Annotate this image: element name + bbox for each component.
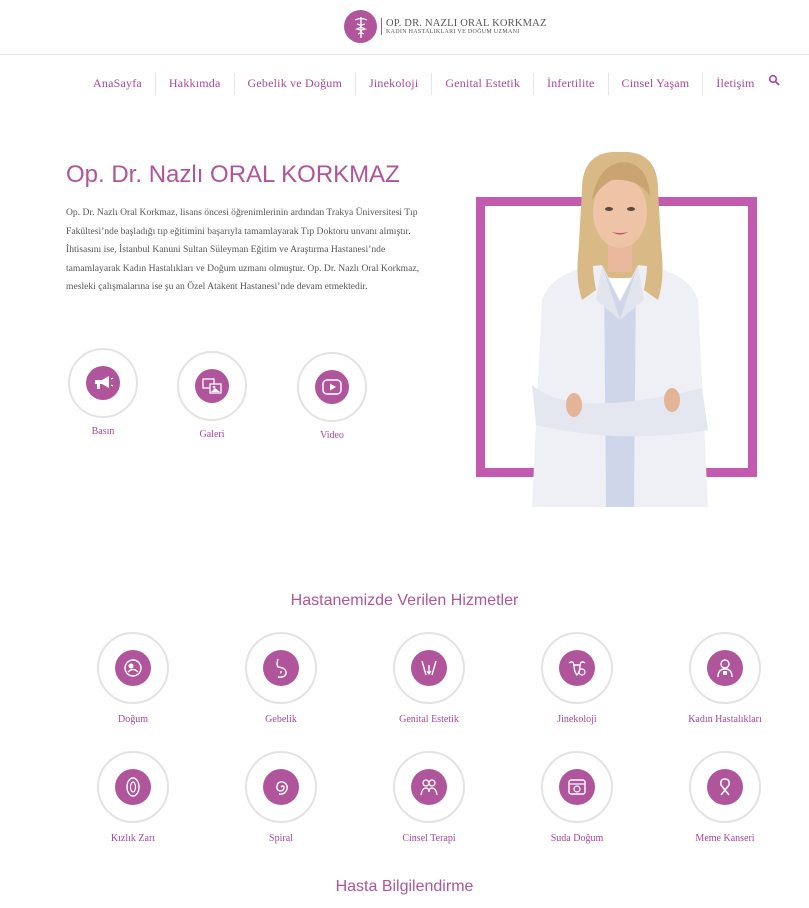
site-header: OP. DR. NAZLI ORAL KORKMAZ KADIN HASTALI… <box>0 0 809 55</box>
service-circle <box>689 632 761 704</box>
quick-link-label: Basın <box>91 426 115 437</box>
site-logo[interactable]: OP. DR. NAZLI ORAL KORKMAZ KADIN HASTALI… <box>344 10 547 43</box>
service-label: Jinekoloji <box>557 714 597 725</box>
service-dogum[interactable]: Doğum <box>78 632 188 725</box>
logo-subtitle: KADIN HASTALIKLARI VE DOĞUM UZMANI <box>386 28 520 35</box>
quick-link-circle <box>68 348 138 418</box>
nav-item-infertilite[interactable]: İnfertilite <box>534 73 609 95</box>
service-label: Spiral <box>269 833 293 844</box>
service-label: Meme Kanseri <box>695 833 755 844</box>
service-meme-kanseri[interactable]: Meme Kanseri <box>670 751 780 844</box>
service-spiral[interactable]: Spiral <box>226 751 336 844</box>
nav-item-iletisim[interactable]: İletişim <box>703 73 767 95</box>
ribbon-icon <box>707 769 743 805</box>
service-circle <box>97 632 169 704</box>
quick-link-circle <box>297 352 367 422</box>
play-icon <box>315 370 349 404</box>
quick-link-basin[interactable]: Basın <box>63 348 143 437</box>
nav-item-hakkimda[interactable]: Hakkımda <box>156 73 235 95</box>
service-circle <box>689 751 761 823</box>
services-title: Hastanemizde Verilen Hizmetler <box>290 592 519 609</box>
doctor-photo <box>532 151 708 507</box>
megaphone-icon <box>86 366 120 400</box>
service-jinekoloji[interactable]: Jinekoloji <box>522 632 632 725</box>
quick-link-circle <box>177 351 247 421</box>
service-circle <box>393 632 465 704</box>
service-label: Kızlık Zarı <box>110 833 156 844</box>
uterus-icon <box>559 650 595 686</box>
service-label: Suda Doğum <box>550 833 604 844</box>
service-label: Doğum <box>118 714 148 725</box>
quick-link-video[interactable]: Video <box>292 352 372 441</box>
service-genital-estetik[interactable]: Genital Estetik <box>374 632 484 725</box>
service-circle <box>245 632 317 704</box>
aesthetic-icon <box>411 650 447 686</box>
spiral-icon <box>263 769 299 805</box>
service-kadin-hastaliklari[interactable]: Kadın Hastalıkları <box>670 632 780 725</box>
service-circle <box>393 751 465 823</box>
nav-item-anasayfa[interactable]: AnaSayfa <box>80 73 156 95</box>
service-label: Kadın Hastalıkları <box>688 714 762 725</box>
birth-icon <box>115 650 151 686</box>
caduceus-icon <box>344 10 377 43</box>
nav-item-jinekoloji[interactable]: Jinekoloji <box>356 73 433 95</box>
service-circle <box>541 632 613 704</box>
service-suda-dogum[interactable]: Suda Doğum <box>522 751 632 844</box>
page-title: Op. Dr. Nazlı ORAL KORKMAZ <box>66 161 400 188</box>
info-title: Hasta Bilgilendirme <box>335 878 474 895</box>
main-nav: AnaSayfa Hakkımda Gebelik ve Doğum Jinek… <box>80 73 768 95</box>
quick-link-galeri[interactable]: Galeri <box>172 351 252 440</box>
hero-description: Op. Dr. Nazlı Oral Korkmaz, lisans önces… <box>66 207 420 293</box>
service-label: Cinsel Terapi <box>402 833 456 844</box>
search-icon[interactable] <box>768 74 780 86</box>
quick-link-label: Video <box>320 430 344 441</box>
service-label: Genital Estetik <box>399 714 459 725</box>
quick-link-label: Galeri <box>199 429 225 440</box>
woman-icon <box>707 650 743 686</box>
logo-text: OP. DR. NAZLI ORAL KORKMAZ KADIN HASTALI… <box>381 17 547 36</box>
nav-item-gebelik-ve-dogum[interactable]: Gebelik ve Doğum <box>235 73 357 95</box>
logo-name: OP. DR. NAZLI ORAL KORKMAZ <box>386 17 547 29</box>
service-circle <box>541 751 613 823</box>
nav-item-cinsel-yasam[interactable]: Cinsel Yaşam <box>609 73 704 95</box>
service-cinsel-terapi[interactable]: Cinsel Terapi <box>374 751 484 844</box>
service-kizlik-zari[interactable]: Kızlık Zarı <box>78 751 188 844</box>
service-circle <box>97 751 169 823</box>
couple-icon <box>411 769 447 805</box>
water-birth-icon <box>559 769 595 805</box>
gallery-icon <box>195 369 229 403</box>
nav-item-genital-estetik[interactable]: Genital Estetik <box>432 73 535 95</box>
pregnancy-icon <box>263 650 299 686</box>
service-gebelik[interactable]: Gebelik <box>226 632 336 725</box>
service-label: Gebelik <box>265 714 297 725</box>
hymen-icon <box>115 769 151 805</box>
service-circle <box>245 751 317 823</box>
